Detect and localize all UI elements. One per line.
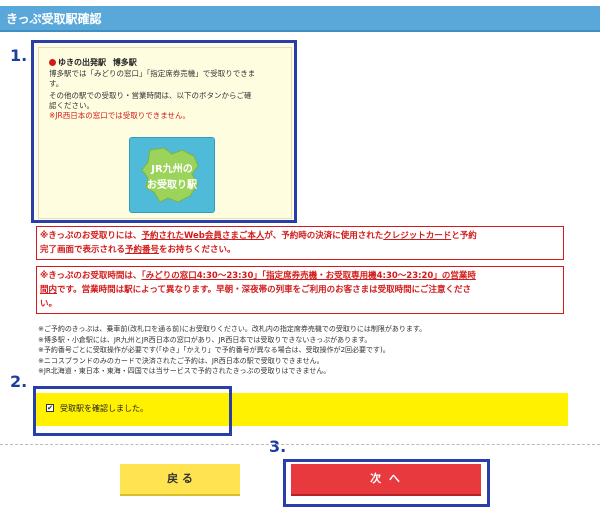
- station-label: ゆきの出発駅: [58, 58, 106, 67]
- next-button[interactable]: 次 へ: [291, 464, 481, 496]
- notice-text: 完了画面で表示される: [40, 245, 126, 255]
- jr-kyushu-stations-button[interactable]: JR九州の お受取り駅: [129, 137, 215, 213]
- note-item: ※予約番号ごとに受取操作が必要です(「ゆき」「かえり」で予約番号が異なる場合は、…: [38, 346, 390, 354]
- back-button[interactable]: 戻 る: [120, 464, 240, 496]
- step-1-marker: 1.: [10, 46, 28, 65]
- step-3-marker: 3.: [269, 437, 287, 456]
- credit-card-link[interactable]: クレジットカード: [383, 231, 451, 241]
- station-info-frame: ゆきの出発駅 博多駅 博多駅では「みどりの窓口」「指定席券売機」で受取りできま …: [31, 40, 297, 223]
- station-row: ゆきの出発駅 博多駅: [49, 57, 137, 68]
- note-item: ※ニコスブランドのみのカードで決済されたご予約は、JR西日本の駅で受取りできませ…: [38, 356, 324, 365]
- notice-text: です。営業時間は駅によって異なります。早朝・深夜帯の列車をご利用のお客さまは受取…: [57, 285, 471, 295]
- jr-button-label-line2: お受取り駅: [147, 180, 197, 191]
- target-icon: [49, 59, 56, 66]
- kyushu-map-icon: [141, 147, 199, 203]
- web-member-link[interactable]: 予約されたWeb会員さまご本人: [141, 231, 264, 241]
- page-header: きっぷ受取駅確認: [0, 6, 600, 32]
- notice-text: が、予約時の決済に使用された: [264, 231, 384, 241]
- station-name: 博多駅: [112, 58, 137, 67]
- notice-text: と予約: [451, 231, 477, 241]
- notice-text: をお持ちください。: [159, 245, 236, 255]
- pickup-requirements-notice: ※きっぷのお受取りには、予約されたWeb会員さまご本人が、予約時の決済に使用され…: [36, 226, 564, 260]
- station-info-panel: ゆきの出発駅 博多駅 博多駅では「みどりの窓口」「指定席券売機」で受取りできま …: [38, 47, 292, 219]
- notice-line: ※きっぷのお受取時間は、「みどりの窓口4:30〜23:30」「指定席券売機・お受…: [40, 269, 560, 283]
- business-hours-link[interactable]: 間内: [40, 285, 57, 295]
- notice-line: 間内です。営業時間は駅によって異なります。早朝・深夜帯の列車をご利用のお客さまは…: [40, 283, 560, 297]
- station-info-line: す。: [49, 79, 64, 88]
- station-warning: ※JR西日本の窓口では受取りできません。: [49, 111, 190, 120]
- business-hours-link[interactable]: 「みどりの窓口4:30〜23:30」「指定席券売機・お受取専用機4:30〜23:…: [141, 271, 475, 281]
- confirm-label[interactable]: 受取駅を確認しました。: [60, 403, 148, 414]
- notice-text: ※きっぷのお受取りには、: [40, 231, 142, 241]
- notice-line: 完了画面で表示される予約番号をお持ちください。: [40, 243, 560, 257]
- station-info-line: 博多駅では「みどりの窓口」「指定席券売機」で受取りできま: [49, 69, 256, 78]
- step-2-marker: 2.: [10, 372, 28, 391]
- divider: [0, 444, 600, 445]
- notice-line: ※きっぷのお受取りには、予約されたWeb会員さまご本人が、予約時の決済に使用され…: [40, 229, 560, 243]
- pickup-hours-notice: ※きっぷのお受取時間は、「みどりの窓口4:30〜23:30」「指定席券売機・お受…: [36, 266, 564, 314]
- note-item: ※博多駅・小倉駅には、JR九州とJR西日本の窓口があり、JR西日本では受取りでき…: [38, 335, 372, 344]
- confirm-checkbox[interactable]: ✔: [46, 404, 54, 412]
- note-item: ※ご予約のきっぷは、乗車前(改札口を通る前)にお受取りください。改札内の指定席券…: [38, 325, 427, 333]
- page-title: きっぷ受取駅確認: [6, 12, 102, 26]
- jr-button-label-line1: JR九州の: [151, 164, 193, 175]
- reservation-number-link[interactable]: 予約番号: [125, 245, 159, 255]
- notice-text: ※きっぷのお受取時間は、: [40, 271, 142, 281]
- pickup-notes: ※ご予約のきっぷは、乗車前(改札口を通る前)にお受取りください。改札内の指定席券…: [38, 324, 426, 377]
- notice-line: い。: [40, 297, 560, 311]
- station-info-line: その他の駅での受取り・営業時間は、以下のボタンからご確: [49, 91, 252, 100]
- note-item: ※JR北海道・東日本・東海・四国では当サービスで予約されたきっぷの受取りはできま…: [38, 367, 331, 375]
- station-info-line: 認ください。: [49, 101, 94, 110]
- notice-text: い。: [40, 299, 58, 309]
